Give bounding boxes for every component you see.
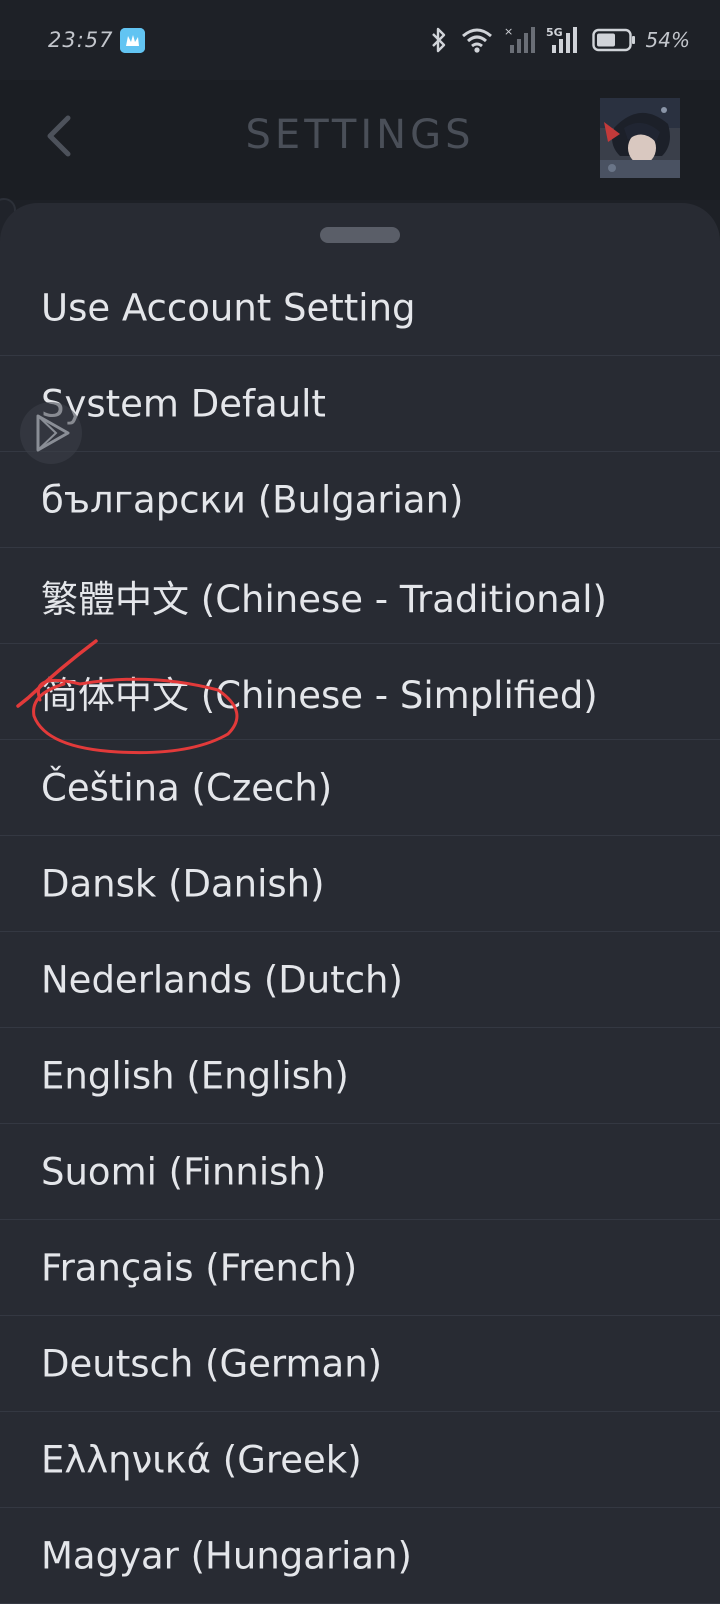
battery-icon xyxy=(591,28,636,52)
svg-text:×: × xyxy=(504,25,513,38)
language-sheet: Use Account Setting System Default бълга… xyxy=(0,203,720,1604)
language-item-label: Deutsch (German) xyxy=(41,1342,383,1385)
screen: 23:57 × 5G 54% SETTINGS Use Account Sett… xyxy=(0,0,720,1604)
language-item-label: Ελληνικά (Greek) xyxy=(41,1438,362,1481)
language-list: Use Account Setting System Default бълга… xyxy=(0,260,720,1604)
status-icons: × 5G 54% xyxy=(428,22,690,58)
language-item-label: 繁體中文 (Chinese - Traditional) xyxy=(41,577,607,621)
language-item-english[interactable]: English (English) xyxy=(0,1028,720,1124)
language-item-label: Dansk (Danish) xyxy=(41,862,325,905)
language-item-greek[interactable]: Ελληνικά (Greek) xyxy=(0,1412,720,1508)
language-item-use-account-setting[interactable]: Use Account Setting xyxy=(0,260,720,356)
floating-play-button[interactable] xyxy=(20,402,82,464)
language-item-bulgarian[interactable]: български (Bulgarian) xyxy=(0,452,720,548)
avatar[interactable] xyxy=(600,98,680,178)
wifi-icon xyxy=(460,26,494,54)
language-item-label: Français (French) xyxy=(41,1246,358,1289)
language-item-label: Suomi (Finnish) xyxy=(41,1150,327,1193)
bluetooth-icon xyxy=(428,26,450,54)
language-item-label: English (English) xyxy=(41,1054,349,1097)
svg-text:5G: 5G xyxy=(546,26,563,39)
language-item-chinese-simplified[interactable]: 简体中文 (Chinese - Simplified) xyxy=(0,644,720,740)
status-time: 23:57 xyxy=(48,28,114,52)
language-item-label: български (Bulgarian) xyxy=(41,478,464,521)
battery-percent: 54% xyxy=(645,28,690,52)
sheet-drag-handle[interactable] xyxy=(320,227,400,243)
language-item-finnish[interactable]: Suomi (Finnish) xyxy=(0,1124,720,1220)
language-item-label: System Default xyxy=(41,382,326,425)
language-item-label: 简体中文 (Chinese - Simplified) xyxy=(41,673,598,717)
language-item-system-default[interactable]: System Default xyxy=(0,356,720,452)
language-item-label: Magyar (Hungarian) xyxy=(41,1534,412,1577)
language-item-czech[interactable]: Čeština (Czech) xyxy=(0,740,720,836)
language-item-chinese-traditional[interactable]: 繁體中文 (Chinese - Traditional) xyxy=(0,548,720,644)
language-item-label: Čeština (Czech) xyxy=(41,766,333,809)
signal-no-sim-icon: × xyxy=(504,25,536,55)
language-item-german[interactable]: Deutsch (German) xyxy=(0,1316,720,1412)
language-item-french[interactable]: Français (French) xyxy=(0,1220,720,1316)
app-notification-icon xyxy=(120,28,145,53)
language-item-dutch[interactable]: Nederlands (Dutch) xyxy=(0,932,720,1028)
language-item-danish[interactable]: Dansk (Danish) xyxy=(0,836,720,932)
status-bar: 23:57 × 5G 54% xyxy=(0,0,720,80)
language-item-hungarian[interactable]: Magyar (Hungarian) xyxy=(0,1508,720,1604)
language-item-label: Use Account Setting xyxy=(41,286,416,329)
language-item-label: Nederlands (Dutch) xyxy=(41,958,403,1001)
app-header: SETTINGS xyxy=(0,80,720,200)
signal-5g-icon: 5G xyxy=(546,25,582,55)
play-icon xyxy=(36,414,70,452)
